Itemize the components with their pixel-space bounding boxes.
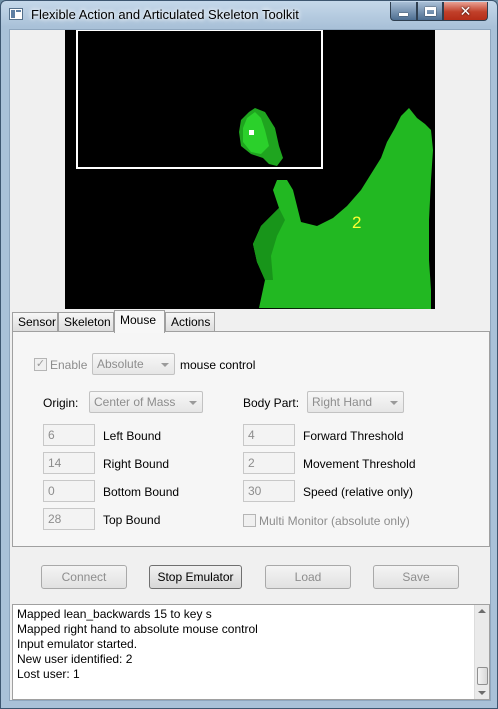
depth-image: [76, 30, 433, 309]
left-bound-input[interactable]: 6: [43, 424, 95, 446]
app-window: Flexible Action and Articulated Skeleton…: [0, 0, 498, 709]
app-icon: [9, 8, 23, 20]
close-button[interactable]: ✕: [443, 2, 488, 21]
body-part-value: Right Hand: [312, 395, 373, 409]
maximize-button[interactable]: [417, 2, 443, 21]
enable-label: Enable: [50, 358, 88, 372]
window-title: Flexible Action and Articulated Skeleton…: [31, 7, 299, 22]
mode-value: Absolute: [97, 357, 144, 371]
top-bound-input[interactable]: 28: [43, 508, 95, 530]
right-bound-label: Right Bound: [103, 457, 170, 471]
multi-monitor-checkbox[interactable]: [243, 514, 256, 527]
log-line: Input emulator started.: [17, 637, 138, 651]
log-line: New user identified: 2: [17, 652, 133, 666]
movement-threshold-label: Movement Threshold: [303, 457, 416, 471]
origin-label: Origin:: [43, 396, 79, 410]
bottom-bound-label: Bottom Bound: [103, 485, 180, 499]
hand-marker: [249, 130, 254, 135]
body-part-label: Body Part:: [243, 396, 300, 410]
close-icon: ✕: [459, 3, 472, 19]
client-area: 2 Sensor Skeleton Mouse Actions ✓ Enable…: [9, 29, 491, 701]
scroll-up-icon[interactable]: [478, 609, 486, 613]
right-bound-input[interactable]: 14: [43, 452, 95, 474]
title-bar[interactable]: Flexible Action and Articulated Skeleton…: [1, 1, 497, 29]
mouse-panel: ✓ Enable Absolute mouse control Origin: …: [12, 331, 490, 547]
body-part-select[interactable]: Right Hand: [307, 391, 404, 413]
stop-emulator-button[interactable]: Stop Emulator: [149, 565, 242, 589]
movement-threshold-input[interactable]: 2: [243, 452, 295, 474]
forward-threshold-input[interactable]: 4: [243, 424, 295, 446]
origin-select[interactable]: Center of Mass: [89, 391, 203, 413]
minimize-icon: [399, 12, 408, 16]
mode-select[interactable]: Absolute: [92, 353, 175, 375]
left-bound-label: Left Bound: [103, 429, 162, 443]
log-line: Mapped right hand to absolute mouse cont…: [17, 622, 258, 636]
tab-actions[interactable]: Actions: [165, 312, 215, 332]
chevron-down-icon: [189, 401, 197, 405]
user-silhouette-main: [253, 108, 433, 309]
chevron-down-icon: [161, 363, 169, 367]
minimize-button[interactable]: [390, 2, 417, 21]
load-button[interactable]: Load: [265, 565, 351, 589]
bottom-bound-input[interactable]: 0: [43, 480, 95, 502]
speed-label: Speed (relative only): [303, 485, 414, 499]
save-button[interactable]: Save: [373, 565, 459, 589]
mouse-bounds-box: [76, 30, 323, 169]
log-scrollbar[interactable]: [474, 605, 489, 699]
connect-button[interactable]: Connect: [41, 565, 127, 589]
tab-mouse[interactable]: Mouse: [114, 310, 165, 333]
log-line: Mapped lean_backwards 15 to key s: [17, 607, 212, 621]
user-id-label: 2: [352, 213, 362, 232]
multi-monitor-label: Multi Monitor (absolute only): [259, 514, 410, 528]
tab-skeleton[interactable]: Skeleton: [58, 312, 114, 332]
log-area[interactable]: Mapped lean_backwards 15 to key s Mapped…: [12, 604, 490, 700]
top-bound-label: Top Bound: [103, 513, 161, 527]
log-line: Lost user: 1: [17, 667, 80, 681]
tab-sensor[interactable]: Sensor: [12, 312, 58, 332]
mouse-control-label: mouse control: [180, 358, 256, 372]
enable-checkbox[interactable]: ✓: [34, 358, 47, 371]
speed-input[interactable]: 30: [243, 480, 295, 502]
forward-threshold-label: Forward Threshold: [303, 429, 404, 443]
scroll-down-icon[interactable]: [478, 691, 486, 695]
maximize-icon: [424, 6, 436, 16]
depth-view: 2: [65, 30, 435, 309]
chevron-down-icon: [390, 401, 398, 405]
origin-value: Center of Mass: [94, 395, 176, 409]
scroll-thumb[interactable]: [477, 667, 488, 685]
